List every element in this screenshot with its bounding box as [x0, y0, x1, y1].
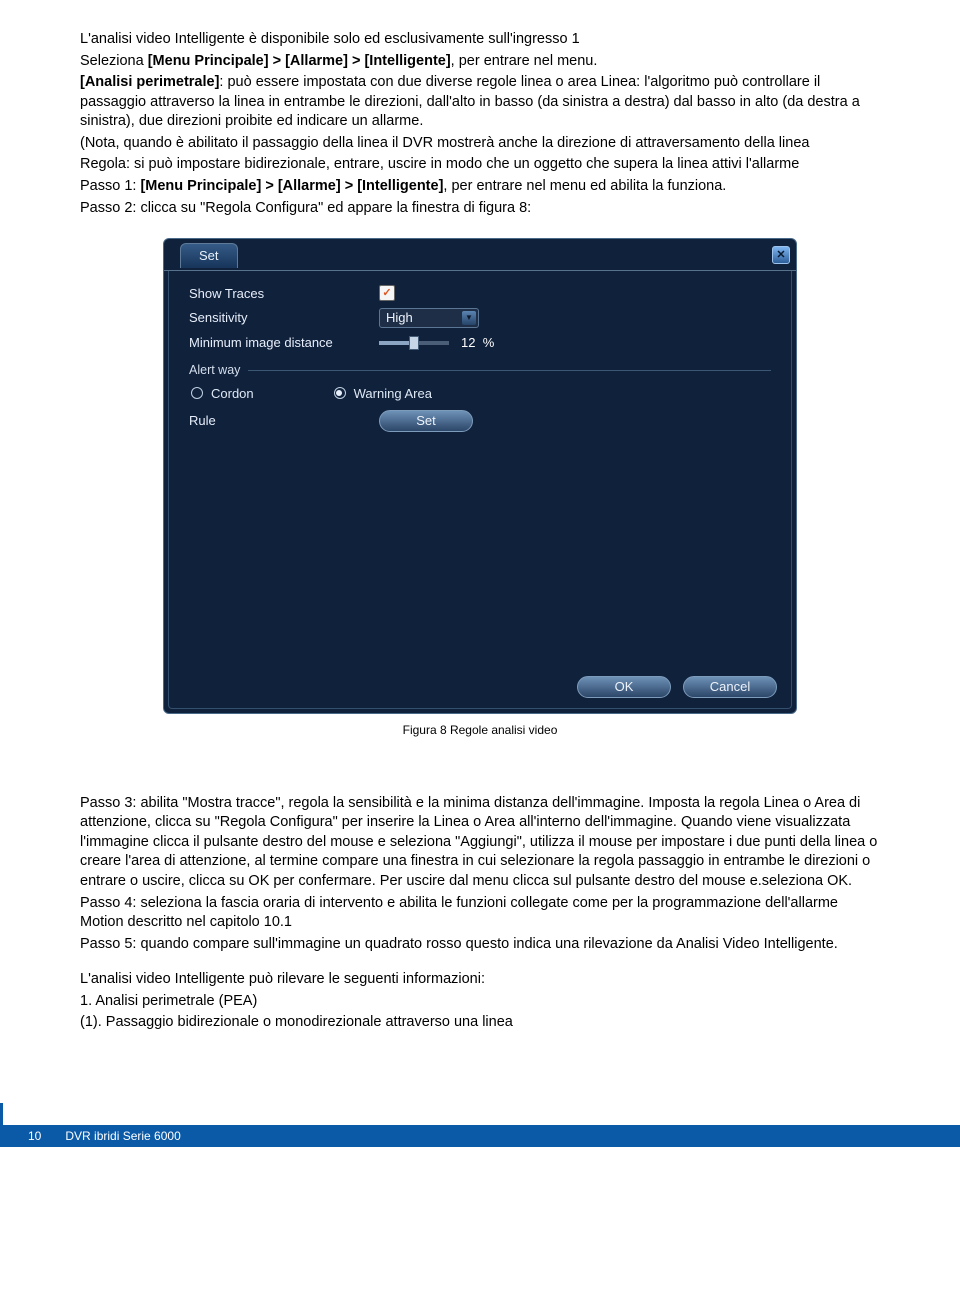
passo-3: Passo 3: abilita "Mostra tracce", regola… [80, 794, 880, 892]
footer-series: DVR ibridi Serie 6000 [65, 1128, 180, 1144]
paragraph-6: Passo 1: [Menu Principale] > [Allarme] >… [80, 177, 880, 197]
checkbox-show-traces[interactable]: ✓ [379, 285, 395, 301]
sensitivity-value: High [386, 309, 413, 327]
page-number: 10 [28, 1128, 41, 1144]
min-distance-value: 12 % [461, 334, 494, 352]
tab-set[interactable]: Set [180, 243, 238, 268]
figure-8-container: Set ✕ Show Traces ✓ Sensitivity High ▼ M… [80, 238, 880, 738]
p3-bold: [Analisi perimetrale] [80, 74, 219, 90]
dvr-body: Show Traces ✓ Sensitivity High ▼ Minimum… [168, 271, 792, 709]
radio-cordon[interactable]: Cordon [191, 385, 254, 403]
paragraph-4: (Nota, quando è abilitato il passaggio d… [80, 134, 880, 154]
page-footer: 10 DVR ibridi Serie 6000 [0, 1103, 960, 1147]
dvr-titlebar: Set ✕ [164, 239, 796, 271]
slider-thumb[interactable] [409, 336, 419, 350]
label-warning-area: Warning Area [354, 385, 432, 403]
passo-5: Passo 5: quando compare sull'immagine un… [80, 935, 880, 955]
close-icon[interactable]: ✕ [772, 246, 790, 264]
p6-pre: Passo 1: [80, 178, 140, 194]
radio-icon [191, 387, 203, 399]
paragraph-2: Seleziona [Menu Principale] > [Allarme] … [80, 52, 880, 72]
rule-set-button[interactable]: Set [379, 410, 473, 432]
passo-4: Passo 4: seleziona la fascia oraria di i… [80, 894, 880, 933]
page-content: L'analisi video Intelligente è disponibi… [0, 0, 960, 1033]
paragraph-3: [Analisi perimetrale]: può essere impost… [80, 73, 880, 132]
list-1: 1. Analisi perimetrale (PEA) [80, 992, 880, 1012]
label-sensitivity: Sensitivity [189, 309, 379, 327]
p2-bold: [Menu Principale] > [Allarme] > [Intelli… [148, 53, 451, 69]
paragraph-5: Regola: si può impostare bidirezionale, … [80, 155, 880, 175]
radio-icon-checked [334, 387, 346, 399]
p2-post: , per entrare nel menu. [451, 53, 598, 69]
figure-8-caption: Figura 8 Regole analisi video [80, 722, 880, 738]
label-min-distance: Minimum image distance [189, 334, 379, 352]
p6-bold: [Menu Principale] > [Allarme] > [Intelli… [140, 178, 443, 194]
select-sensitivity[interactable]: High ▼ [379, 308, 479, 328]
list-1a: (1). Passaggio bidirezionale o monodirez… [80, 1013, 880, 1033]
dvr-set-window: Set ✕ Show Traces ✓ Sensitivity High ▼ M… [163, 238, 797, 714]
p6-post: , per entrare nel menu ed abilita la fun… [443, 178, 726, 194]
slider-min-distance[interactable] [379, 336, 449, 350]
label-cordon: Cordon [211, 385, 254, 403]
ok-button[interactable]: OK [577, 676, 671, 698]
group-alert-way: Alert way [189, 362, 771, 379]
label-alert-way: Alert way [189, 362, 240, 379]
radio-warning-area[interactable]: Warning Area [334, 385, 432, 403]
label-rule: Rule [189, 412, 379, 430]
info-line: L'analisi video Intelligente può rilevar… [80, 970, 880, 990]
chevron-down-icon: ▼ [462, 311, 476, 325]
paragraph-1: L'analisi video Intelligente è disponibi… [80, 30, 880, 50]
label-show-traces: Show Traces [189, 285, 379, 303]
paragraph-7: Passo 2: clicca su "Regola Configura" ed… [80, 199, 880, 219]
cancel-button[interactable]: Cancel [683, 676, 777, 698]
p2-pre: Seleziona [80, 53, 148, 69]
